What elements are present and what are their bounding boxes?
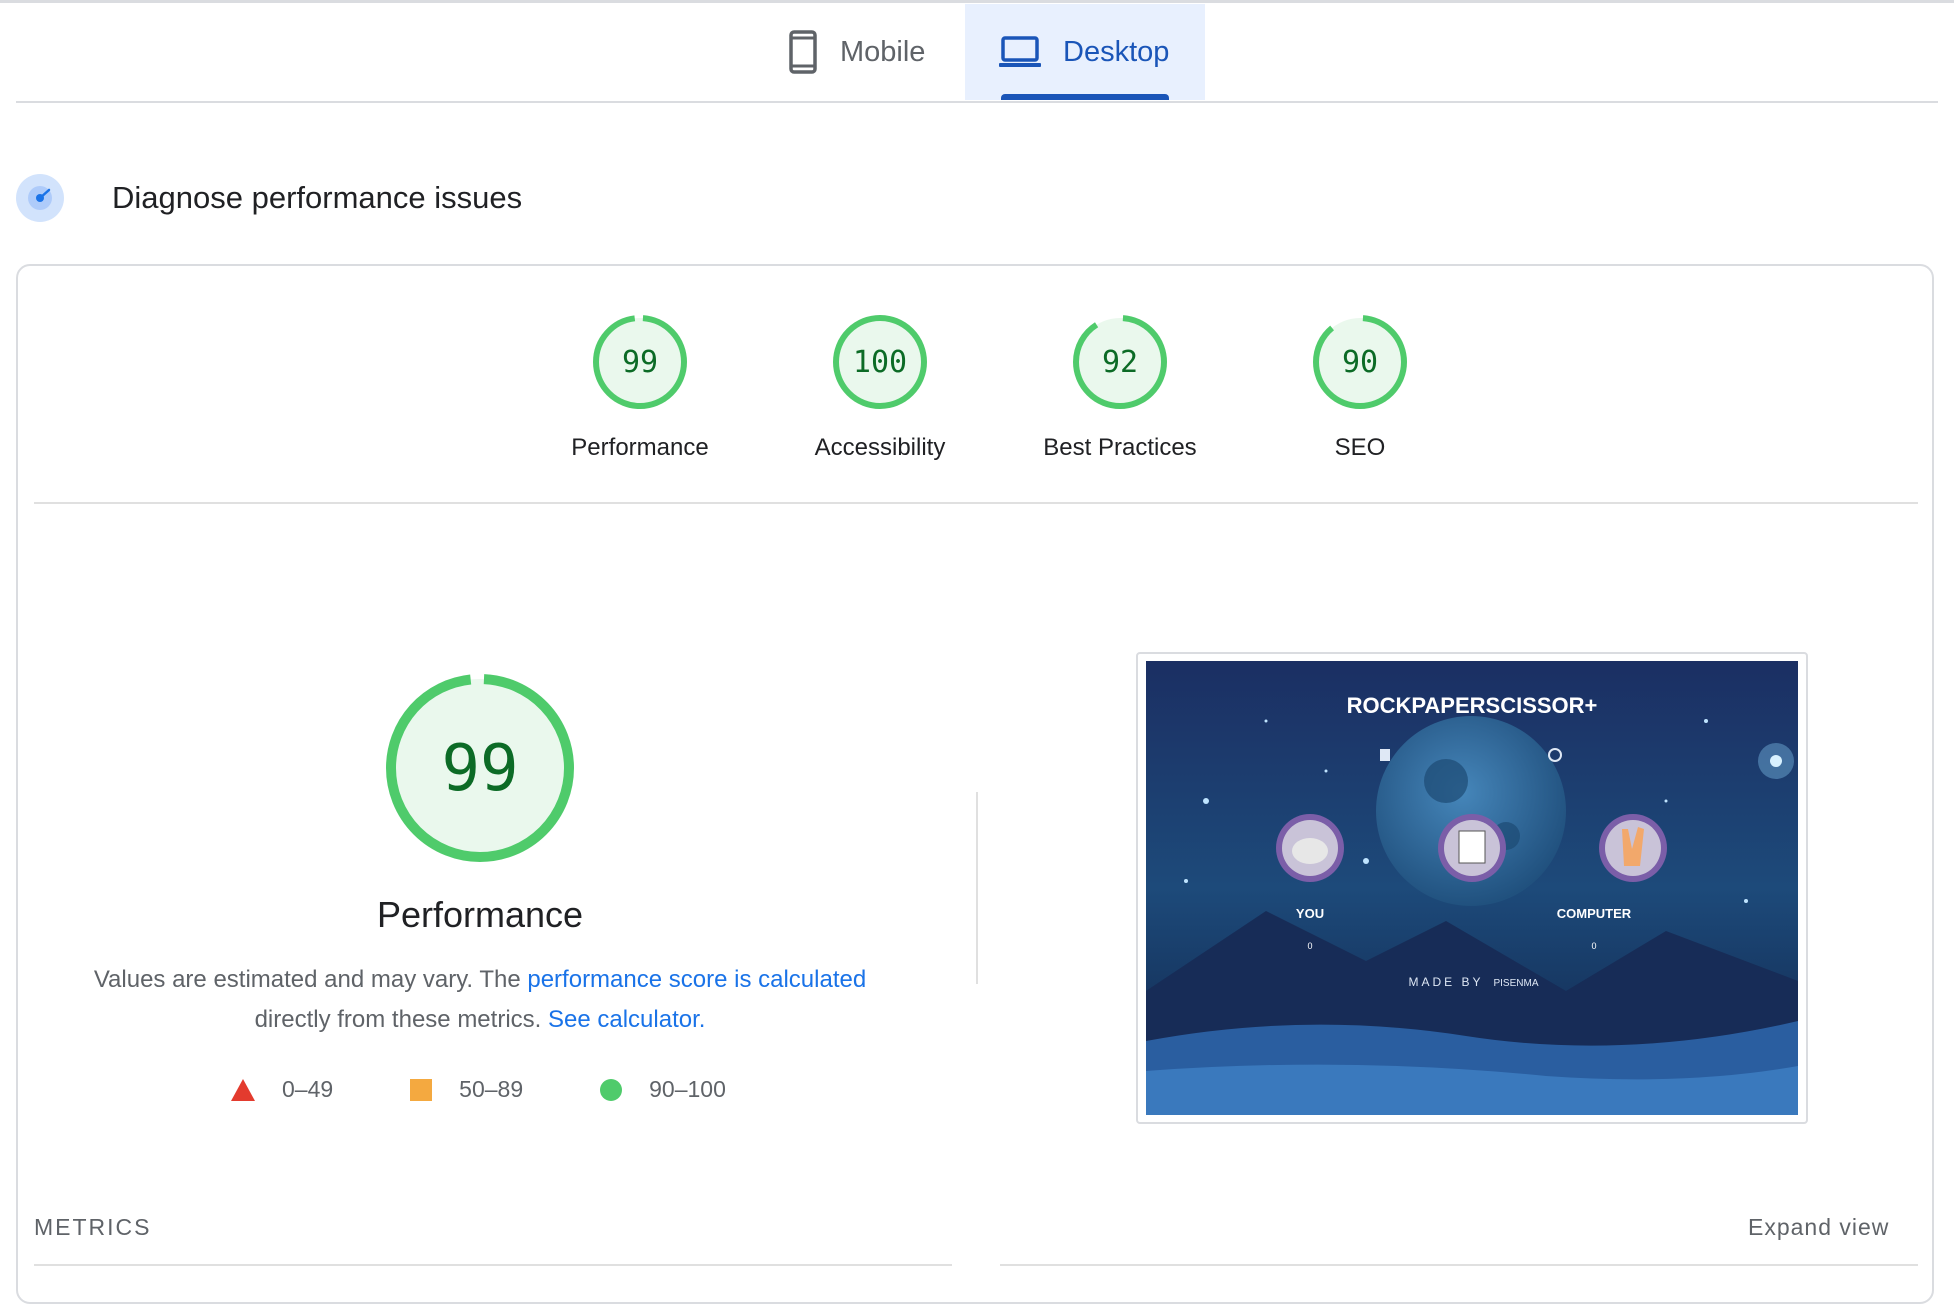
thumb-scissors-choice xyxy=(1599,814,1667,882)
thumb-computer-score: 0 xyxy=(1591,941,1596,951)
performance-title: Performance xyxy=(376,894,584,935)
orange-square-icon xyxy=(409,1078,433,1102)
score-value: 90 xyxy=(1342,345,1378,380)
diagnose-header: Diagnose performance issues xyxy=(16,174,522,222)
desc-text-2: directly from these metrics. xyxy=(254,1006,548,1033)
legend-fail-label: 0–49 xyxy=(282,1076,334,1102)
score-label: Performance xyxy=(571,434,709,461)
gauge-accessibility[interactable]: 100 Accessibility xyxy=(760,312,1000,462)
score-ring: 90 xyxy=(1313,315,1407,409)
gauge-best-practices[interactable]: 92 Best Practices xyxy=(1000,312,1240,462)
final-screenshot: ROCKPAPERSCISSOR+ YOU COMPUTER 0 0 MADE … xyxy=(1146,661,1798,1115)
active-tab-indicator xyxy=(1001,94,1169,100)
tab-mobile-label: Mobile xyxy=(840,35,926,68)
score-label: SEO xyxy=(1334,434,1386,461)
top-border xyxy=(0,0,1954,3)
tab-desktop[interactable]: Desktop xyxy=(965,4,1205,100)
score-label: Best Practices xyxy=(1043,434,1197,461)
thumb-title: ROCKPAPERSCISSOR+ xyxy=(1347,693,1598,718)
green-circle-icon xyxy=(599,1078,623,1102)
score-value: 92 xyxy=(1102,345,1138,380)
thumb-made-by: MADE BY xyxy=(1408,975,1483,989)
thumb-rock-choice xyxy=(1276,814,1344,882)
score-gauges: 99 Performance 100 Accessibility 92 Best Prac… xyxy=(520,312,1480,462)
legend-pass-label: 90–100 xyxy=(649,1076,726,1102)
thumb-computer-label: COMPUTER xyxy=(1557,906,1632,921)
see-calculator-link[interactable]: See calculator. xyxy=(548,1006,705,1033)
legend-average: 50–89 xyxy=(409,1076,523,1103)
score-value: 99 xyxy=(622,345,658,380)
tabs-divider xyxy=(16,101,1938,103)
legend-average-label: 50–89 xyxy=(459,1076,524,1102)
desc-text-1: Values are estimated and may vary. The xyxy=(93,966,528,993)
speed-gauge-icon xyxy=(16,174,64,222)
performance-score: 99 xyxy=(441,732,518,806)
score-legend: 0–49 50–89 90–100 xyxy=(230,1076,802,1103)
score-calculated-link[interactable]: performance score is calculated xyxy=(527,966,866,993)
thumb-you-score: 0 xyxy=(1307,941,1312,951)
card-divider xyxy=(34,502,1918,504)
phone-icon xyxy=(788,30,818,74)
gauge-seo[interactable]: 90 SEO xyxy=(1240,312,1480,462)
tab-desktop-label: Desktop xyxy=(1063,35,1170,68)
device-tabs: Mobile Desktop xyxy=(756,4,1205,100)
diagnose-title: Diagnose performance issues xyxy=(112,180,523,215)
score-value: 100 xyxy=(853,345,907,380)
metrics-divider-right xyxy=(1000,1264,1918,1266)
legend-pass: 90–100 xyxy=(599,1076,726,1103)
metrics-divider-left xyxy=(34,1264,952,1266)
metrics-heading: METRICS xyxy=(34,1214,152,1240)
tab-mobile[interactable]: Mobile xyxy=(756,4,965,100)
performance-gauge: 99 xyxy=(380,668,580,873)
thumb-book-icon xyxy=(1380,749,1390,761)
score-ring: 100 xyxy=(833,315,927,409)
vertical-divider xyxy=(976,792,978,984)
thumb-paper-choice xyxy=(1438,814,1506,882)
thumb-author: PISENMA xyxy=(1493,978,1538,989)
red-triangle-icon xyxy=(230,1078,256,1102)
expand-view-button[interactable]: Expand view xyxy=(1748,1214,1889,1241)
performance-description: Values are estimated and may vary. The p… xyxy=(60,960,900,1040)
gauge-performance[interactable]: 99 Performance xyxy=(520,312,760,462)
thumb-you-label: YOU xyxy=(1296,906,1324,921)
score-ring: 92 xyxy=(1073,315,1167,409)
laptop-icon xyxy=(999,36,1041,68)
score-label: Accessibility xyxy=(814,434,946,461)
score-ring: 99 xyxy=(593,315,687,409)
legend-fail: 0–49 xyxy=(230,1076,333,1103)
